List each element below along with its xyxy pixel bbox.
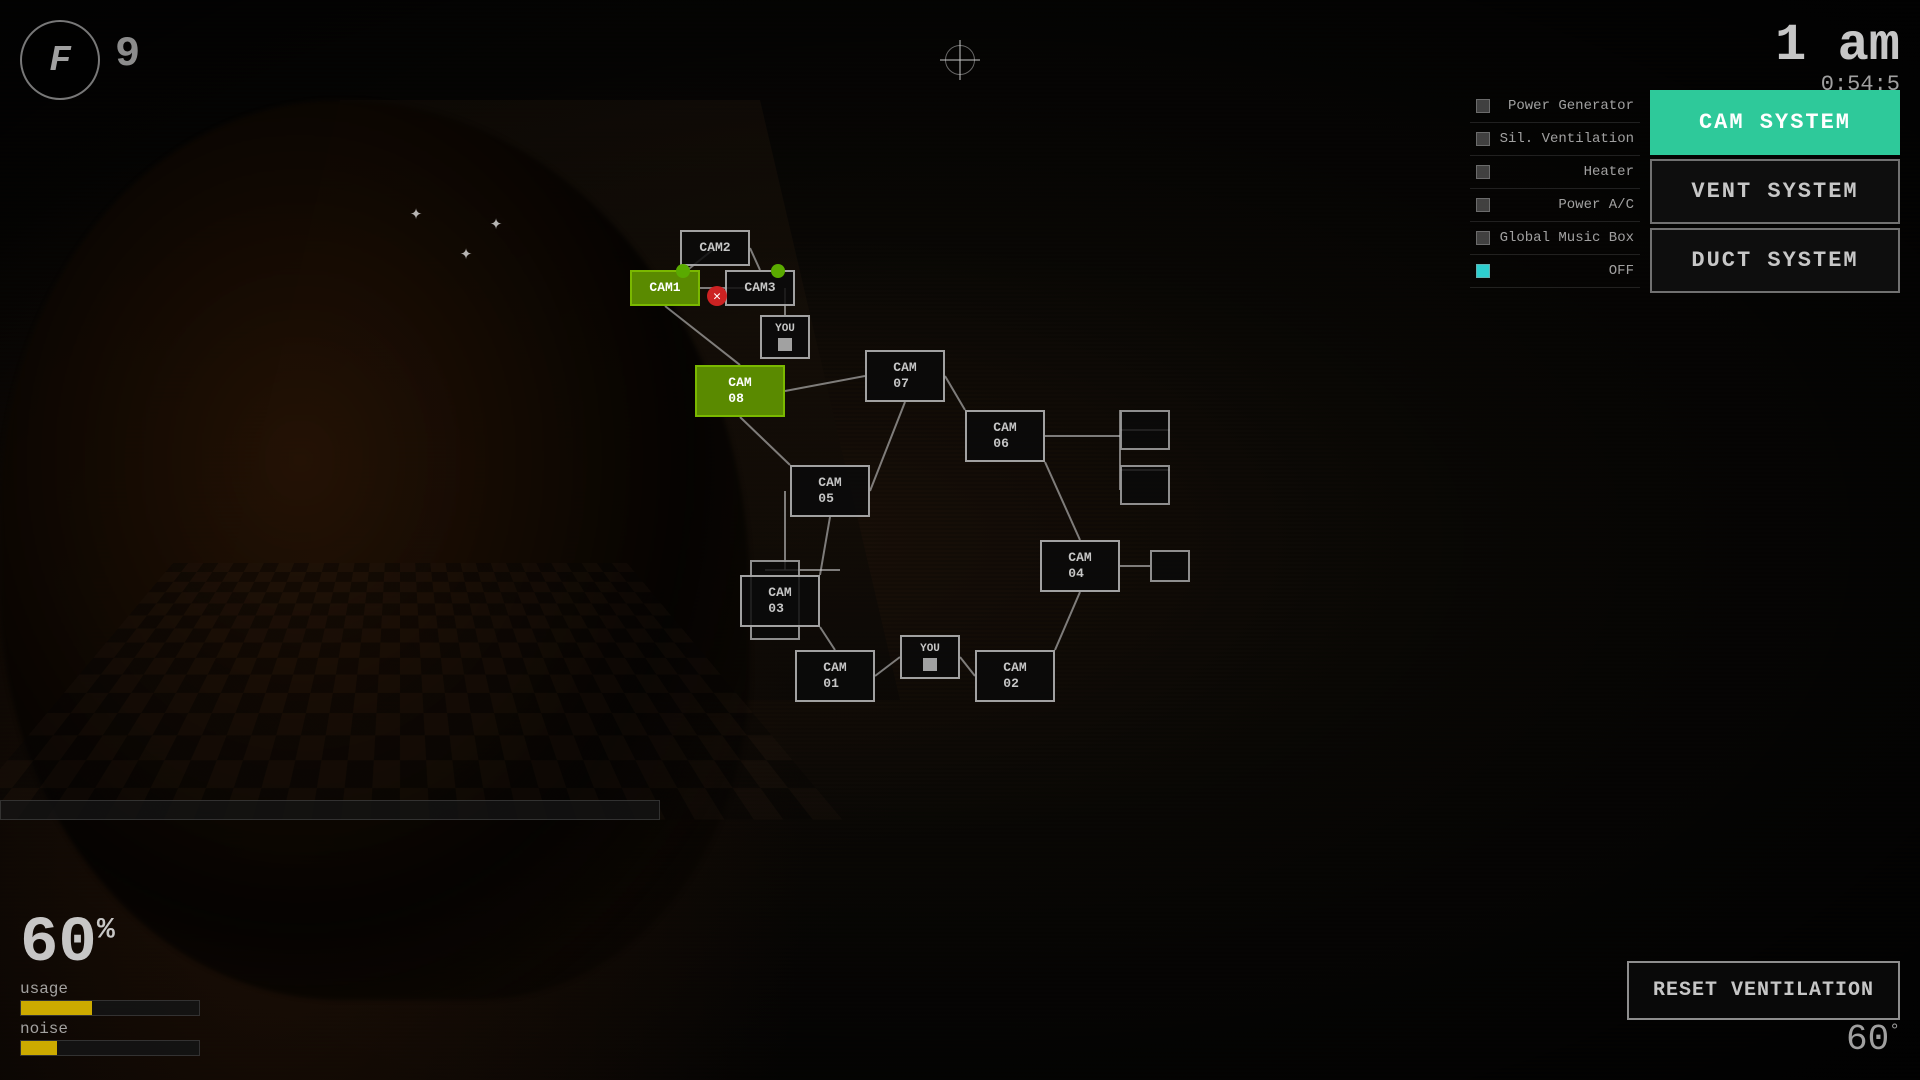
camera-progress-bar	[0, 800, 660, 820]
system-buttons-panel: CAM SYSTEM VENT SYSTEM DUCT SYSTEM	[1650, 90, 1900, 293]
cam-node-extra2[interactable]	[1120, 465, 1170, 505]
cam-node-cam03[interactable]: CAM03	[740, 575, 820, 627]
reset-ventilation-button[interactable]: RESET VENTILATION	[1627, 961, 1900, 1020]
cam-node-you-top[interactable]: YOU	[760, 315, 810, 359]
star-decoration: ✦	[490, 210, 502, 236]
cam-system-button[interactable]: CAM SYSTEM	[1650, 90, 1900, 155]
red-x-marker: ✕	[707, 286, 727, 306]
camera-map[interactable]: CAM2 CAM1 CAM3 ✕ YOU CAM08 CAM07 CAM06 C…	[610, 220, 1250, 780]
cam-node-cam2[interactable]: CAM2	[680, 230, 750, 266]
vent-system-button[interactable]: VENT SYSTEM	[1650, 159, 1900, 224]
cam-node-cam05[interactable]: CAM05	[790, 465, 870, 517]
cam-node-cam02[interactable]: CAM02	[975, 650, 1055, 702]
cam-node-you-bottom[interactable]: YOU	[900, 635, 960, 679]
cam-node-extra1[interactable]	[1120, 410, 1170, 450]
freddy-icon-letter: F	[49, 40, 71, 81]
star-decoration: ✦	[410, 200, 422, 226]
cam-node-cam01[interactable]: CAM01	[795, 650, 875, 702]
cam-node-cam1[interactable]: CAM1	[630, 270, 700, 306]
you-dot	[778, 338, 792, 351]
cam-node-cam3[interactable]: CAM3	[725, 270, 795, 306]
star-decoration: ✦	[460, 240, 472, 266]
duct-system-button[interactable]: DUCT SYSTEM	[1650, 228, 1900, 293]
freddy-icon-button[interactable]: F	[20, 20, 100, 100]
cam-node-cam04[interactable]: CAM04	[1040, 540, 1120, 592]
cam-node-extra3[interactable]	[1150, 550, 1190, 582]
you-dot-bottom	[923, 658, 937, 671]
cam-node-cam07[interactable]: CAM07	[865, 350, 945, 402]
cam-node-cam06[interactable]: CAM06	[965, 410, 1045, 462]
cam-node-cam08[interactable]: CAM08	[695, 365, 785, 417]
